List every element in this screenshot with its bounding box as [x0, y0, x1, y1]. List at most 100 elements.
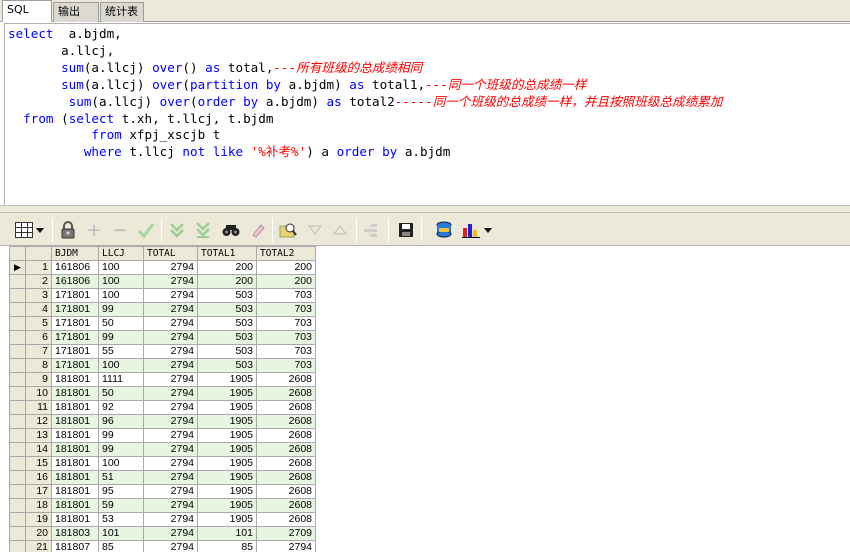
row-number[interactable]: 3 [25, 288, 52, 303]
table-row[interactable]: 17 181801 95 2794 1905 2608 [9, 484, 316, 499]
cell-llcj[interactable]: 99 [98, 330, 144, 345]
cell-total1[interactable]: 503 [197, 302, 257, 317]
cell-total2[interactable]: 703 [256, 316, 316, 331]
cell-bjdm[interactable]: 171801 [51, 330, 99, 345]
cell-llcj[interactable]: 100 [98, 274, 144, 289]
chart-icon[interactable] [461, 220, 481, 240]
cell-total[interactable]: 2794 [143, 386, 198, 401]
row-number[interactable]: 9 [25, 372, 52, 387]
cell-bjdm[interactable]: 181807 [51, 540, 99, 552]
cell-llcj[interactable]: 85 [98, 540, 144, 552]
cell-total[interactable]: 2794 [143, 414, 198, 429]
cell-total[interactable]: 2794 [143, 540, 198, 552]
cell-total1[interactable]: 503 [197, 316, 257, 331]
cell-total2[interactable]: 2794 [256, 540, 316, 552]
cell-total[interactable]: 2794 [143, 274, 198, 289]
cell-bjdm[interactable]: 181801 [51, 442, 99, 457]
cell-total1[interactable]: 1905 [197, 428, 257, 443]
row-number[interactable]: 13 [25, 428, 52, 443]
table-row[interactable]: 15 181801 100 2794 1905 2608 [9, 456, 316, 471]
cell-total[interactable]: 2794 [143, 484, 198, 499]
cell-total[interactable]: 2794 [143, 358, 198, 373]
row-number[interactable]: 7 [25, 344, 52, 359]
cell-bjdm[interactable]: 181803 [51, 526, 99, 541]
column-header-total2[interactable]: TOTAL2 [256, 246, 316, 261]
clear-icon[interactable] [248, 220, 268, 240]
column-header-llcj[interactable]: LLCJ [98, 246, 144, 261]
cell-llcj[interactable]: 51 [98, 470, 144, 485]
cell-total[interactable]: 2794 [143, 372, 198, 387]
cell-total1[interactable]: 200 [197, 274, 257, 289]
table-row[interactable]: 13 181801 99 2794 1905 2608 [9, 428, 316, 443]
post-record-icon[interactable] [136, 220, 156, 240]
cell-total1[interactable]: 1905 [197, 372, 257, 387]
cell-llcj[interactable]: 99 [98, 302, 144, 317]
cell-total[interactable]: 2794 [143, 512, 198, 527]
row-number[interactable]: 15 [25, 456, 52, 471]
cell-bjdm[interactable]: 181801 [51, 372, 99, 387]
fetch-last-icon[interactable] [193, 220, 213, 240]
cell-llcj[interactable]: 96 [98, 414, 144, 429]
cell-bjdm[interactable]: 181801 [51, 470, 99, 485]
result-grid[interactable]: BJDM LLCJ TOTAL TOTAL1 TOTAL2 ▶ 1 161806 10… [9, 246, 316, 552]
row-number[interactable]: 21 [25, 540, 52, 552]
table-row[interactable]: 9 181801 1111 2794 1905 2608 [9, 372, 316, 387]
cell-total[interactable]: 2794 [143, 316, 198, 331]
cell-total2[interactable]: 703 [256, 358, 316, 373]
cell-total2[interactable]: 2608 [256, 428, 316, 443]
row-number[interactable]: 11 [25, 400, 52, 415]
cell-total1[interactable]: 200 [197, 260, 257, 275]
cell-llcj[interactable]: 59 [98, 498, 144, 513]
cell-total2[interactable]: 200 [256, 274, 316, 289]
cell-total2[interactable]: 2608 [256, 442, 316, 457]
row-number[interactable]: 18 [25, 498, 52, 513]
cell-total[interactable]: 2794 [143, 456, 198, 471]
cell-bjdm[interactable]: 181801 [51, 484, 99, 499]
cell-total1[interactable]: 1905 [197, 414, 257, 429]
lock-icon[interactable] [58, 220, 78, 240]
cell-total1[interactable]: 1905 [197, 512, 257, 527]
cell-total1[interactable]: 85 [197, 540, 257, 552]
table-row[interactable]: ▶ 1 161806 100 2794 200 200 [9, 260, 316, 275]
cell-total2[interactable]: 2608 [256, 400, 316, 415]
cell-total1[interactable]: 1905 [197, 470, 257, 485]
cell-total1[interactable]: 1905 [197, 484, 257, 499]
cell-total2[interactable]: 2709 [256, 526, 316, 541]
save-icon[interactable] [396, 220, 416, 240]
sql-code[interactable]: select a.bjdm, a.llcj, sum(a.llcj) over(… [8, 26, 722, 161]
cell-total[interactable]: 2794 [143, 288, 198, 303]
row-number[interactable]: 14 [25, 442, 52, 457]
table-row[interactable]: 18 181801 59 2794 1905 2608 [9, 498, 316, 513]
cell-total1[interactable]: 1905 [197, 400, 257, 415]
row-number[interactable]: 16 [25, 470, 52, 485]
cell-total1[interactable]: 1905 [197, 442, 257, 457]
cell-llcj[interactable]: 95 [98, 484, 144, 499]
cell-bjdm[interactable]: 161806 [51, 274, 99, 289]
cell-total2[interactable]: 2608 [256, 414, 316, 429]
table-row[interactable]: 20 181803 101 2794 101 2709 [9, 526, 316, 541]
table-row[interactable]: 14 181801 99 2794 1905 2608 [9, 442, 316, 457]
cell-total2[interactable]: 200 [256, 260, 316, 275]
row-number[interactable]: 5 [25, 316, 52, 331]
cell-bjdm[interactable]: 171801 [51, 316, 99, 331]
row-number[interactable]: 6 [25, 330, 52, 345]
cell-llcj[interactable]: 50 [98, 386, 144, 401]
cell-total[interactable]: 2794 [143, 344, 198, 359]
row-number[interactable]: 19 [25, 512, 52, 527]
cell-bjdm[interactable]: 181801 [51, 512, 99, 527]
cell-total[interactable]: 2794 [143, 260, 198, 275]
cell-bjdm[interactable]: 171801 [51, 358, 99, 373]
delete-record-icon[interactable]: − [110, 220, 130, 241]
table-row[interactable]: 16 181801 51 2794 1905 2608 [9, 470, 316, 485]
cell-bjdm[interactable]: 171801 [51, 288, 99, 303]
cell-total2[interactable]: 2608 [256, 470, 316, 485]
cell-total[interactable]: 2794 [143, 400, 198, 415]
tab-output[interactable]: 输出 [53, 2, 99, 22]
cell-llcj[interactable]: 92 [98, 400, 144, 415]
cell-total2[interactable]: 2608 [256, 484, 316, 499]
cell-total2[interactable]: 2608 [256, 386, 316, 401]
cell-total1[interactable]: 503 [197, 330, 257, 345]
row-number[interactable]: 8 [25, 358, 52, 373]
query-by-example-icon[interactable] [278, 220, 298, 240]
column-header-bjdm[interactable]: BJDM [51, 246, 99, 261]
